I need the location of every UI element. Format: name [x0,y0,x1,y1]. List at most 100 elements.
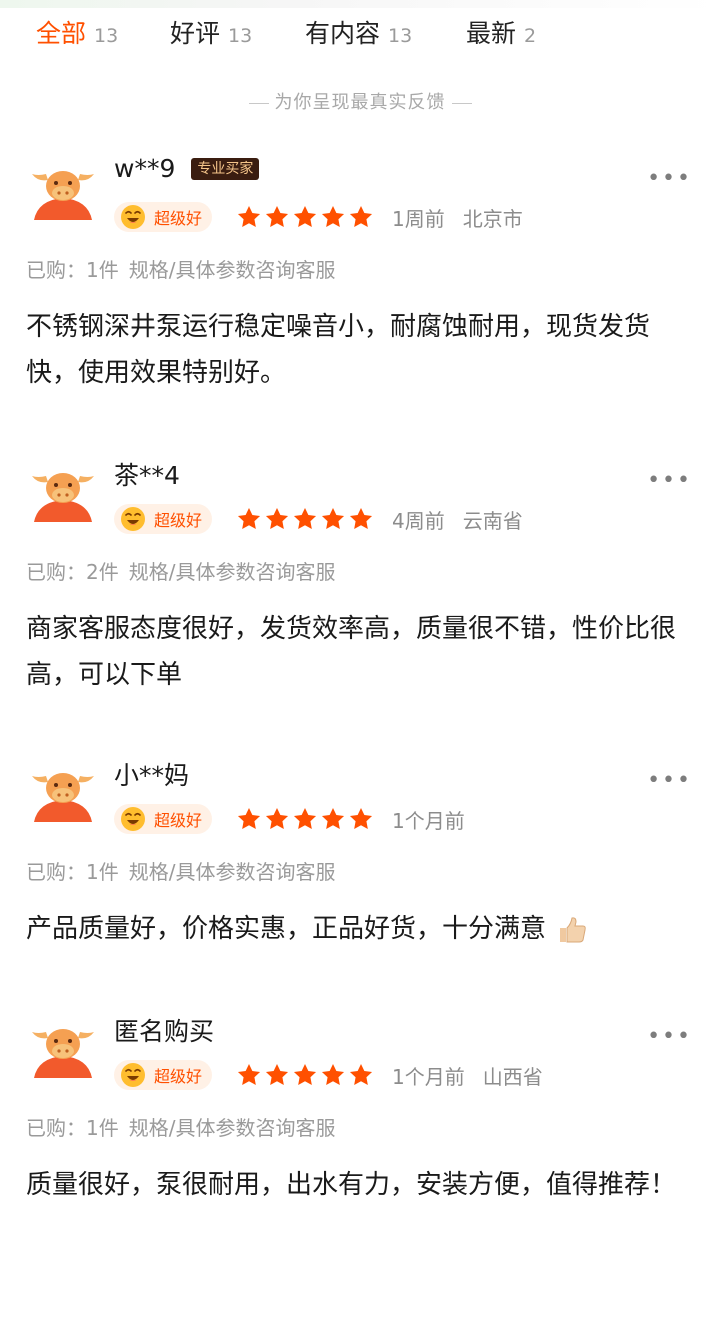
level-text: 超级好 [154,1067,203,1086]
review-username-row: 茶**4 [114,456,180,492]
tab-label: 最新 [466,19,517,48]
purchase-sku: 规格/具体参数咨询客服 [128,560,336,584]
tab-all[interactable]: 全部 13 [36,14,118,54]
review-content: 质量很好，泵很耐用，出水有力，安装方便，值得推荐！ [26,1162,696,1208]
star-icon [265,1063,289,1085]
tab-label: 好评 [170,19,221,48]
star-icon [349,205,373,227]
rating-row: 超级好 1个月前 山西省 [114,1058,543,1092]
rating-row: 超级好 4周前 云南省 [114,502,523,536]
purchase-info: 已购：2件 规格/具体参数咨询客服 [26,556,335,585]
star-icon [237,1063,261,1085]
tab-latest[interactable]: 最新 2 [466,14,536,54]
review-username: w**9 [114,154,176,183]
tab-count: 13 [228,25,253,47]
smile-face-icon [121,807,145,831]
review-text: 产品质量好，价格实惠，正品好货，十分满意 [26,914,547,944]
star-icon [321,1063,345,1085]
level-text: 超级好 [154,511,203,530]
review-username-row: 匿名购买 [114,1012,214,1048]
star-icon [349,1063,373,1085]
subtitle-text: 为你呈现最真实反馈 [274,92,446,113]
review-content: 产品质量好，价格实惠，正品好货，十分满意 [26,906,696,952]
rating-row: 超级好 1个月前 [114,802,465,836]
level-pill: 超级好 [114,804,213,834]
cow-avatar-icon[interactable] [30,462,96,528]
section-subtitle: 为你呈现最真实反馈 [0,88,720,114]
review-location: 云南省 [462,508,523,533]
review-location: 山西省 [482,1064,543,1089]
divider-line [451,102,472,104]
tab-with-content[interactable]: 有内容 13 [305,14,412,54]
review-time: 1周前 [392,206,445,231]
level-text: 超级好 [154,209,203,228]
purchase-sku: 规格/具体参数咨询客服 [128,1116,336,1140]
more-dots-icon[interactable]: ••• [647,768,692,793]
purchase-quantity: 已购：2件 [26,560,119,584]
review-content: 商家客服态度很好，发货效率高，质量很不错，性价比很高，可以下单 [26,606,696,698]
purchase-sku: 规格/具体参数咨询客服 [128,860,336,884]
star-icon [265,507,289,529]
thumbs-up-icon [560,916,587,942]
review-text: 不锈钢深井泵运行稳定噪音小，耐腐蚀耐用，现货发货快，使用效果特别好。 [26,312,651,388]
purchase-info: 已购：1件 规格/具体参数咨询客服 [26,254,335,283]
level-text: 超级好 [154,811,203,830]
rating-row: 超级好 1周前 北京市 [114,200,523,234]
review-username: 茶**4 [114,461,180,490]
star-icon [349,507,373,529]
review-time: 1个月前 [392,808,465,833]
star-icon [237,507,261,529]
level-pill: 超级好 [114,1060,213,1090]
star-icon [349,807,373,829]
tab-positive[interactable]: 好评 13 [170,14,252,54]
purchase-quantity: 已购：1件 [26,860,119,884]
divider-line [248,102,269,104]
tab-label: 全部 [36,19,87,48]
star-icon [321,507,345,529]
star-rating [236,204,376,230]
star-icon [237,205,261,227]
star-icon [321,807,345,829]
tab-count: 13 [388,25,413,47]
cow-avatar-icon[interactable] [30,160,96,226]
smile-face-icon [121,507,145,531]
more-dots-icon[interactable]: ••• [647,166,692,191]
purchase-quantity: 已购：1件 [26,1116,119,1140]
star-icon [293,807,317,829]
purchase-info: 已购：1件 规格/具体参数咨询客服 [26,856,335,885]
star-icon [265,205,289,227]
review-time: 1个月前 [392,1064,465,1089]
star-icon [237,807,261,829]
level-pill: 超级好 [114,504,213,534]
tab-count: 2 [524,25,537,47]
tab-count: 13 [94,25,119,47]
review-text: 商家客服态度很好，发货效率高，质量很不错，性价比很高，可以下单 [26,614,677,690]
buyer-badge: 专业买家 [191,157,260,180]
star-rating [236,1062,376,1088]
purchase-sku: 规格/具体参数咨询客服 [128,258,336,282]
star-rating [236,506,376,532]
cow-avatar-icon[interactable] [30,762,96,828]
review-text: 质量很好，泵很耐用，出水有力，安装方便，值得推荐！ [26,1170,677,1200]
tab-label: 有内容 [305,19,381,48]
filter-tabs: 全部 13 好评 13 有内容 13 最新 2 [0,0,720,68]
purchase-info: 已购：1件 规格/具体参数咨询客服 [26,1112,335,1141]
review-username: 匿名购买 [114,1017,215,1046]
star-icon [321,205,345,227]
level-pill: 超级好 [114,202,213,232]
star-rating [236,806,376,832]
review-content: 不锈钢深井泵运行稳定噪音小，耐腐蚀耐用，现货发货快，使用效果特别好。 [26,304,696,396]
cow-avatar-icon[interactable] [30,1018,96,1084]
review-location: 北京市 [462,206,523,231]
review-username-row: w**9 专业买家 [114,154,260,183]
star-icon [293,507,317,529]
purchase-quantity: 已购：1件 [26,258,119,282]
review-username-row: 小**妈 [114,756,189,792]
review-time: 4周前 [392,508,445,533]
star-icon [293,205,317,227]
star-icon [293,1063,317,1085]
more-dots-icon[interactable]: ••• [647,468,692,493]
more-dots-icon[interactable]: ••• [647,1024,692,1049]
smile-face-icon [121,1063,145,1087]
smile-face-icon [121,205,145,229]
